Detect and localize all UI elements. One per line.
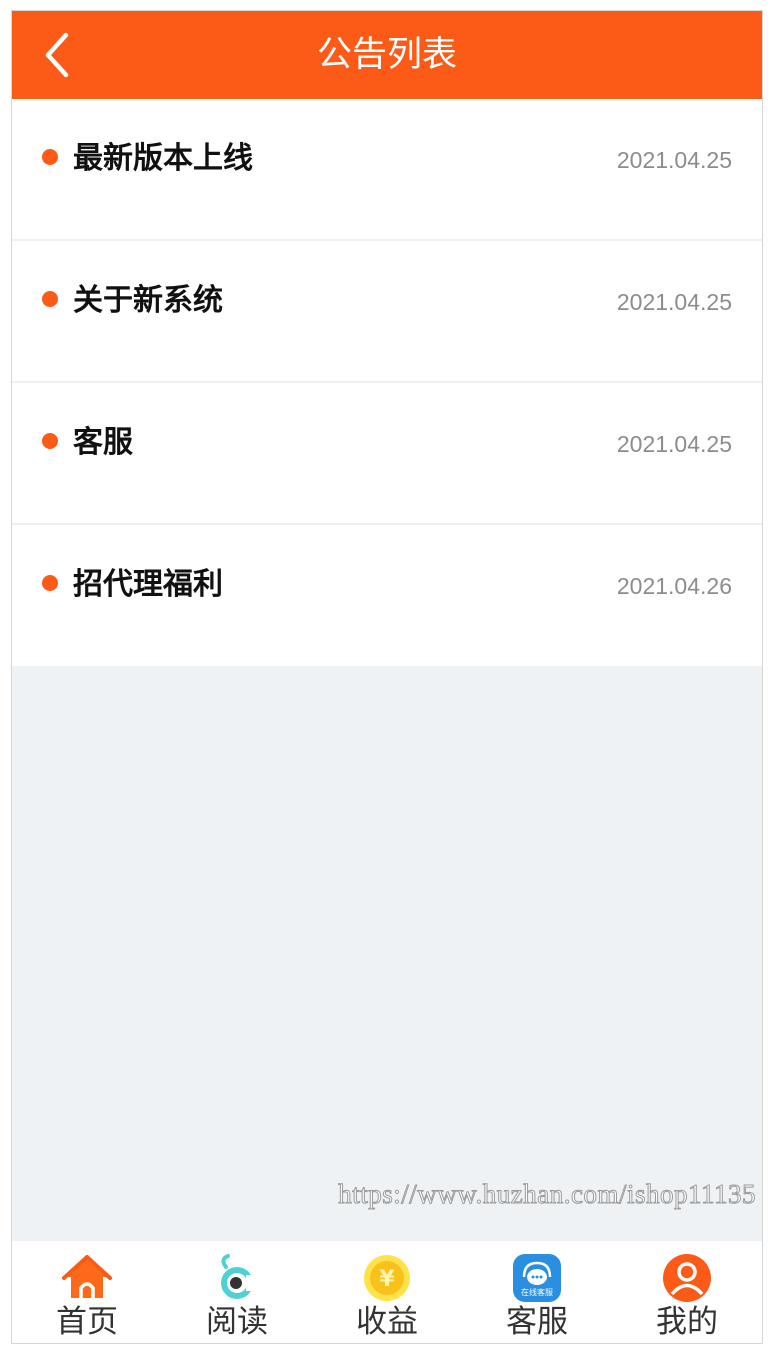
bullet-dot-icon (42, 433, 58, 449)
announcement-title: 招代理福利 (73, 567, 223, 602)
watermark-text: https://www.huzhan.com/ishop11135 (338, 1179, 756, 1210)
tab-label: 阅读 (206, 1304, 268, 1340)
tab-label: 收益 (356, 1304, 418, 1340)
tab-label: 我的 (656, 1304, 718, 1340)
tab-earnings[interactable]: ¥ 收益 (312, 1241, 462, 1343)
announcement-date: 2021.04.25 (616, 289, 732, 315)
bottom-tab-bar: 首页 阅读 ¥ 收益 在线客服 客服 我的 (12, 1241, 762, 1343)
announcement-date: 2021.04.25 (616, 147, 732, 173)
user-profile-icon (662, 1253, 712, 1303)
svg-text:¥: ¥ (379, 1267, 395, 1292)
tab-mine[interactable]: 我的 (612, 1241, 762, 1343)
announcement-item[interactable]: 最新版本上线 2021.04.25 (12, 99, 762, 241)
tab-label: 客服 (506, 1304, 568, 1340)
announcement-item[interactable]: 关于新系统 2021.04.25 (12, 241, 762, 383)
header-bar: 公告列表 (12, 11, 762, 99)
bullet-dot-icon (42, 149, 58, 165)
announcement-date: 2021.04.25 (616, 431, 732, 457)
bullet-dot-icon (42, 575, 58, 591)
tab-read[interactable]: 阅读 (162, 1241, 312, 1343)
app-frame: 公告列表 最新版本上线 2021.04.25 关于新系统 2021.04.25 … (11, 10, 763, 1344)
read-eye-icon (212, 1253, 262, 1303)
announcement-title: 关于新系统 (73, 283, 223, 318)
coin-yen-icon: ¥ (362, 1253, 412, 1303)
tab-label: 首页 (56, 1304, 118, 1340)
announcement-date: 2021.04.26 (616, 573, 732, 599)
tab-customer-service[interactable]: 在线客服 客服 (462, 1241, 612, 1343)
announcement-item[interactable]: 招代理福利 2021.04.26 (12, 525, 762, 666)
page-title: 公告列表 (316, 35, 457, 75)
announcement-title: 最新版本上线 (73, 141, 253, 176)
svg-text:在线客服: 在线客服 (521, 1287, 553, 1297)
announcement-item[interactable]: 客服 2021.04.25 (12, 383, 762, 525)
home-icon (62, 1253, 112, 1303)
customer-service-icon: 在线客服 (512, 1253, 562, 1303)
announcement-list: 最新版本上线 2021.04.25 关于新系统 2021.04.25 客服 20… (12, 99, 762, 666)
announcement-title: 客服 (73, 425, 133, 460)
bullet-dot-icon (42, 291, 58, 307)
tab-home[interactable]: 首页 (12, 1241, 162, 1343)
